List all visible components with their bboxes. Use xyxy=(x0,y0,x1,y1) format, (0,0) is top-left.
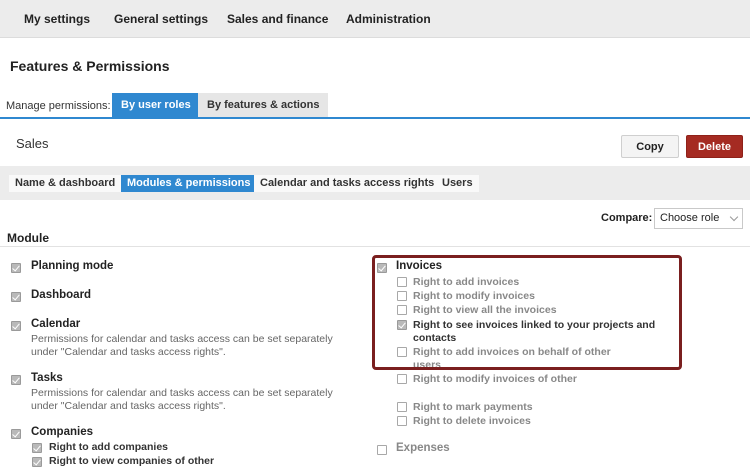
role-name: Sales xyxy=(16,136,49,151)
page-title: Features & Permissions xyxy=(10,58,170,74)
calendar-checkbox[interactable] xyxy=(11,321,21,331)
tab-by-user-roles[interactable]: By user roles xyxy=(112,93,200,117)
invoices-delete-label: Right to delete invoices xyxy=(413,415,531,427)
compare-role-select[interactable]: Choose role xyxy=(654,208,743,229)
nav-my-settings[interactable]: My settings xyxy=(24,12,90,26)
invoices-modify-other-checkbox[interactable] xyxy=(397,374,407,384)
manage-permissions-label: Manage permissions: xyxy=(6,100,111,112)
calendar-description-line-1: Permissions for calendar and tasks acces… xyxy=(31,333,333,345)
companies-view-label: Right to view companies of other xyxy=(49,455,215,467)
dashboard-label: Dashboard xyxy=(31,289,92,301)
subtab-name-dashboard[interactable]: Name & dashboard xyxy=(9,175,122,192)
top-navigation: My settings General settings Sales and f… xyxy=(0,0,750,38)
expenses-label: Expenses xyxy=(396,442,450,454)
planning-mode-checkbox[interactable] xyxy=(11,263,21,273)
compare-label: Compare: xyxy=(601,212,653,224)
companies-add-checkbox[interactable] xyxy=(32,443,42,453)
subtab-modules-permissions[interactable]: Modules & permissions xyxy=(121,175,257,192)
nav-sales-and-finance[interactable]: Sales and finance xyxy=(227,12,328,26)
companies-label: Companies xyxy=(31,426,93,438)
invoices-modify-other-label: Right to modify invoices of other xyxy=(413,373,577,385)
subtab-users[interactable]: Users xyxy=(436,175,479,192)
companies-view-checkbox[interactable] xyxy=(32,457,42,467)
tab-by-features-actions[interactable]: By features & actions xyxy=(198,93,329,117)
tasks-label: Tasks xyxy=(31,372,63,384)
tasks-description-line-1: Permissions for calendar and tasks acces… xyxy=(31,387,333,399)
tasks-description-line-2: under "Calendar and tasks access rights"… xyxy=(31,400,226,412)
planning-mode-label: Planning mode xyxy=(31,260,114,272)
expenses-checkbox[interactable] xyxy=(377,445,387,455)
invoices-mark-payments-label: Right to mark payments xyxy=(413,401,533,413)
companies-checkbox[interactable] xyxy=(11,429,21,439)
module-divider xyxy=(0,246,750,247)
subtab-calendar-tasks-access[interactable]: Calendar and tasks access rights xyxy=(254,175,441,192)
nav-administration[interactable]: Administration xyxy=(346,12,431,26)
copy-button[interactable]: Copy xyxy=(621,135,679,158)
tabs-underline xyxy=(0,117,750,119)
companies-add-label: Right to add companies xyxy=(49,441,169,453)
invoices-highlight-box xyxy=(372,255,682,370)
nav-general-settings[interactable]: General settings xyxy=(114,12,208,26)
calendar-label: Calendar xyxy=(31,318,81,330)
dashboard-checkbox[interactable] xyxy=(11,292,21,302)
delete-button[interactable]: Delete xyxy=(686,135,743,158)
tasks-checkbox[interactable] xyxy=(11,375,21,385)
invoices-mark-payments-checkbox[interactable] xyxy=(397,402,407,412)
invoices-delete-checkbox[interactable] xyxy=(397,416,407,426)
chevron-down-icon xyxy=(729,212,739,222)
module-heading: Module xyxy=(7,231,49,245)
compare-select-value: Choose role xyxy=(660,212,720,224)
calendar-description-line-2: under "Calendar and tasks access rights"… xyxy=(31,346,226,358)
